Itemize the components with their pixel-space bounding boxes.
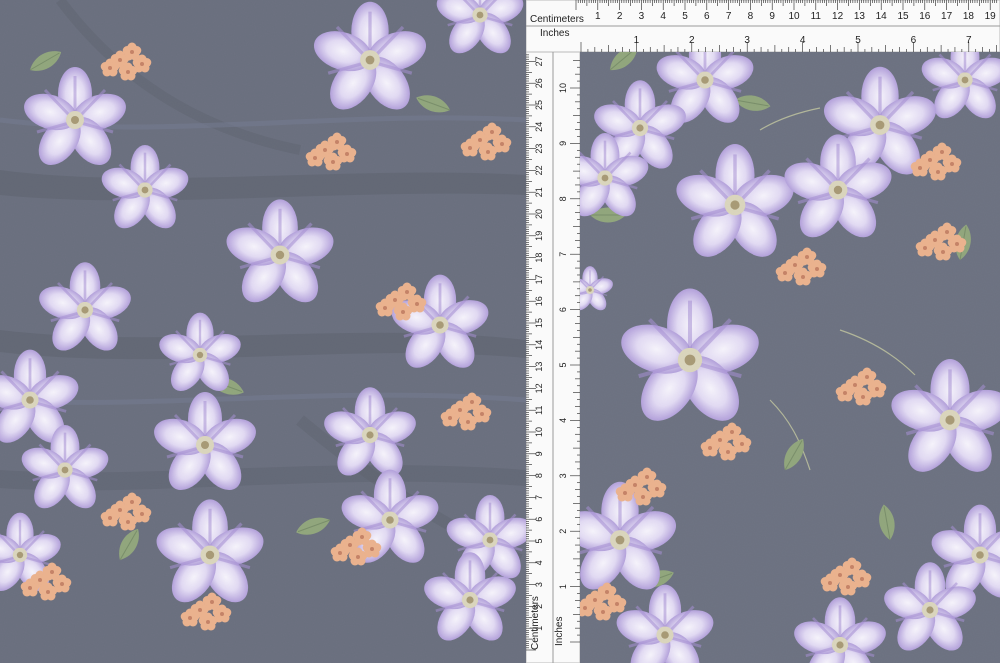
ruler-cm-tick-label: 17 — [534, 274, 544, 284]
ruler-inch-tick-label: 4 — [800, 35, 806, 46]
ruler-cm-tick-label: 24 — [534, 122, 544, 132]
ruler-inch-tick-label: 5 — [558, 362, 568, 367]
ruler-cm-tick-label: 6 — [534, 517, 544, 522]
ruler-cm-tick-label: 3 — [639, 11, 645, 22]
fabric-photo — [0, 0, 1000, 663]
ruler-cm-tick-label: 4 — [534, 560, 544, 565]
ruler-cm-tick-label: 8 — [534, 473, 544, 478]
ruler-cm-tick-label: 17 — [941, 11, 953, 22]
ruler-cm-tick-label: 20 — [534, 209, 544, 219]
ruler-cm-tick-label: 10 — [534, 427, 544, 437]
ruler-inch-tick-label: 2 — [558, 529, 568, 534]
ruler-cm-tick-label: 21 — [534, 187, 544, 197]
ruler-cm-tick-label: 14 — [876, 11, 888, 22]
ruler-cm-tick-label: 7 — [726, 11, 732, 22]
ruler-cm-tick-label: 4 — [660, 11, 666, 22]
ruler-cm-tick-label: 25 — [534, 100, 544, 110]
ruler-inch-tick-label: 7 — [558, 252, 568, 257]
ruler-inch-tick-label: 3 — [744, 35, 750, 46]
ruler-cm-tick-label: 8 — [748, 11, 754, 22]
ruler-unit-label-inches: Inches — [540, 28, 570, 39]
ruler-cm-tick-label: 6 — [704, 11, 710, 22]
ruler-cm-tick-label: 19 — [534, 231, 544, 241]
ruler-cm-tick-label: 3 — [534, 582, 544, 587]
ruler-cm-tick-label: 16 — [919, 11, 931, 22]
ruler-cm-tick-label: 27 — [534, 56, 544, 66]
ruler-inch-tick-label: 1 — [634, 35, 640, 46]
ruler-inch-tick-label: 1 — [558, 584, 568, 589]
ruler-cm-tick-label: 23 — [534, 144, 544, 154]
ruler-cm-tick-label: 11 — [811, 11, 822, 22]
ruler-inch-tick-label: 4 — [558, 418, 568, 423]
ruler-vertical: 1234567891011121314151617181920212223242… — [526, 52, 580, 663]
ruler-cm-tick-label: 2 — [617, 11, 623, 22]
ruler-inch-tick-label: 5 — [855, 35, 861, 46]
ruler-cm-tick-label: 12 — [534, 383, 544, 393]
ruler-unit-label-inches: Inches — [554, 616, 565, 646]
ruler-cm-tick-label: 13 — [534, 362, 544, 372]
ruler-horizontal: 123456789101112131415161718192021 123456… — [526, 0, 1000, 52]
ruler-cm-tick-label: 10 — [788, 11, 800, 22]
ruler-unit-label-cm: Centimeters — [530, 596, 541, 650]
ruler-inch-tick-label: 6 — [558, 307, 568, 312]
ruler-cm-tick-label: 1 — [595, 11, 601, 22]
ruler-cm-tick-label: 5 — [534, 538, 544, 543]
ruler-cm-tick-label: 9 — [769, 11, 775, 22]
ruler-cm-tick-label: 26 — [534, 78, 544, 88]
ruler-cm-tick-label: 16 — [534, 296, 544, 306]
ruler-inch-tick-label: 3 — [558, 473, 568, 478]
ruler-cm-tick-label: 9 — [534, 451, 544, 456]
ruler-inch-tick-label: 6 — [911, 35, 917, 46]
ruler-inch-tick-label: 2 — [689, 35, 695, 46]
ruler-inch-tick-label: 7 — [966, 35, 972, 46]
ruler-inch-tick-label: 8 — [558, 196, 568, 201]
ruler-inch-tick-label: 10 — [558, 83, 568, 93]
ruler-cm-tick-label: 12 — [832, 11, 844, 22]
ruler-cm-tick-label: 15 — [534, 318, 544, 328]
ruler-cm-tick-label: 18 — [534, 253, 544, 263]
ruler-cm-tick-label: 14 — [534, 340, 544, 350]
ruler-cm-tick-label: 19 — [985, 11, 997, 22]
ruler-cm-tick-label: 22 — [534, 165, 544, 175]
ruler-unit-label-cm: Centimeters — [530, 14, 584, 25]
ruler-inch-tick-label: 9 — [558, 141, 568, 146]
ruler-cm-tick-label: 13 — [854, 11, 866, 22]
ruler-cm-tick-label: 11 — [534, 406, 544, 415]
ruler-cm-tick-label: 18 — [963, 11, 975, 22]
ruler-cm-tick-label: 5 — [682, 11, 688, 22]
ruler-cm-tick-label: 7 — [534, 495, 544, 500]
ruler-cm-tick-label: 15 — [897, 11, 909, 22]
